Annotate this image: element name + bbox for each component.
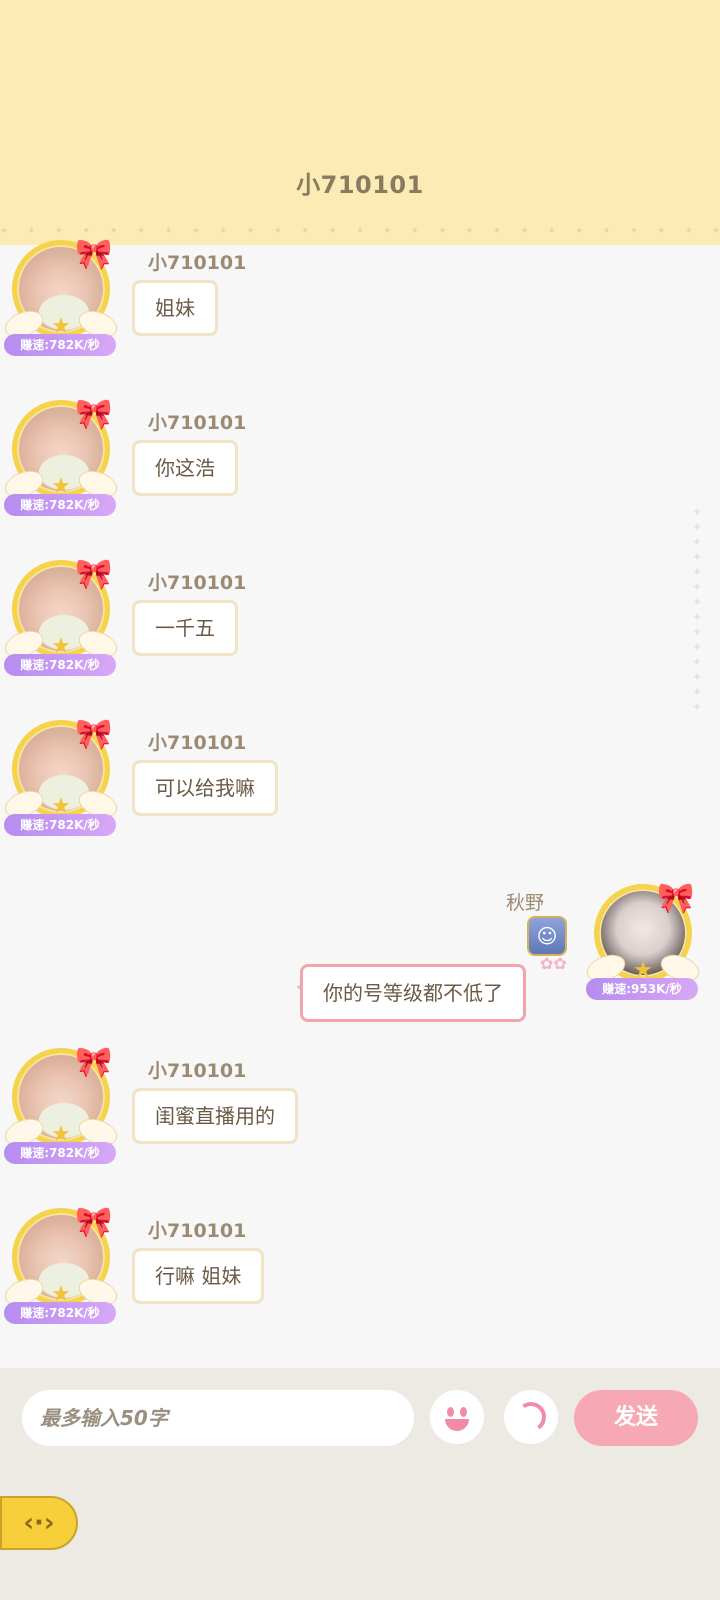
- message-bubble[interactable]: 一千五: [132, 600, 238, 656]
- sender-name: 小710101: [148, 252, 247, 274]
- back-arrow-icon[interactable]: ‹·›: [0, 1496, 78, 1550]
- chat-header: 小710101 ✦✦✦✦✦✦✦✦✦✦✦✦✦✦✦✦✦✦✦✦✦✦✦✦✦✦✦✦✦✦✦✦…: [0, 0, 720, 245]
- sender-name: 小710101: [148, 1060, 247, 1082]
- voice-icon[interactable]: [504, 1390, 558, 1444]
- speed-badge: 赚速:782K/秒: [4, 1302, 116, 1324]
- send-button[interactable]: 发送: [574, 1390, 698, 1446]
- avatar[interactable]: 🎀 ★ 赚速:782K/秒: [1, 1045, 121, 1164]
- message-bubble[interactable]: 闺蜜直播用的: [132, 1088, 298, 1144]
- pink-bow-icon: 🎀: [657, 881, 695, 916]
- chat-title: 小710101: [296, 171, 424, 199]
- pink-bow-icon: 🎀: [75, 1045, 113, 1080]
- pink-bow-icon: 🎀: [75, 1205, 113, 1240]
- speed-badge: 赚速:782K/秒: [4, 334, 116, 356]
- avatar[interactable]: 🎀 ★ 赚速:782K/秒: [1, 397, 121, 516]
- scroll-decoration: ✦ ✦ ✦ ✦ ✦ ✦ ✦ ✦ ✦ ✦ ✦ ✦ ✦ ✦: [691, 505, 703, 714]
- level-badge-icon: ☺: [527, 916, 567, 956]
- pink-bow-icon: 🎀: [75, 717, 113, 752]
- avatar[interactable]: 🎀 ★ 赚速:782K/秒: [1, 717, 121, 836]
- self-avatar[interactable]: 🎀 ★ 赚速:953K/秒: [583, 881, 703, 1000]
- avatar[interactable]: 🎀 ★ 赚速:782K/秒: [1, 557, 121, 676]
- message-bubble[interactable]: 可以给我嘛: [132, 760, 278, 816]
- message-input[interactable]: 最多输入50字: [22, 1390, 414, 1446]
- sparkle-icon: ✿✿: [540, 954, 567, 973]
- sender-name: 小710101: [148, 732, 247, 754]
- sender-name: 小710101: [148, 412, 247, 434]
- self-message-bubble[interactable]: 你的号等级都不低了: [300, 964, 526, 1022]
- input-bar: 最多输入50字 发送: [0, 1368, 720, 1600]
- sender-name: 小710101: [148, 572, 247, 594]
- pink-bow-icon: 🎀: [75, 397, 113, 432]
- message-bubble[interactable]: 行嘛 姐妹: [132, 1248, 265, 1304]
- speed-badge: 赚速:782K/秒: [4, 1142, 116, 1164]
- speed-badge: 赚速:953K/秒: [586, 978, 698, 1000]
- message-bubble[interactable]: 你这浩: [132, 440, 238, 496]
- pink-bow-icon: 🎀: [75, 237, 113, 272]
- pink-bow-icon: 🎀: [75, 557, 113, 592]
- avatar[interactable]: 🎀 ★ 赚速:782K/秒: [1, 1205, 121, 1324]
- speed-badge: 赚速:782K/秒: [4, 494, 116, 516]
- avatar[interactable]: 🎀 ★ 赚速:782K/秒: [1, 237, 121, 356]
- sender-name: 小710101: [148, 1220, 247, 1242]
- message-bubble[interactable]: 姐妹: [132, 280, 218, 336]
- self-sender-name: 秋野: [505, 892, 544, 914]
- speed-badge: 赚速:782K/秒: [4, 814, 116, 836]
- speed-badge: 赚速:782K/秒: [4, 654, 116, 676]
- emoji-icon[interactable]: [430, 1390, 484, 1444]
